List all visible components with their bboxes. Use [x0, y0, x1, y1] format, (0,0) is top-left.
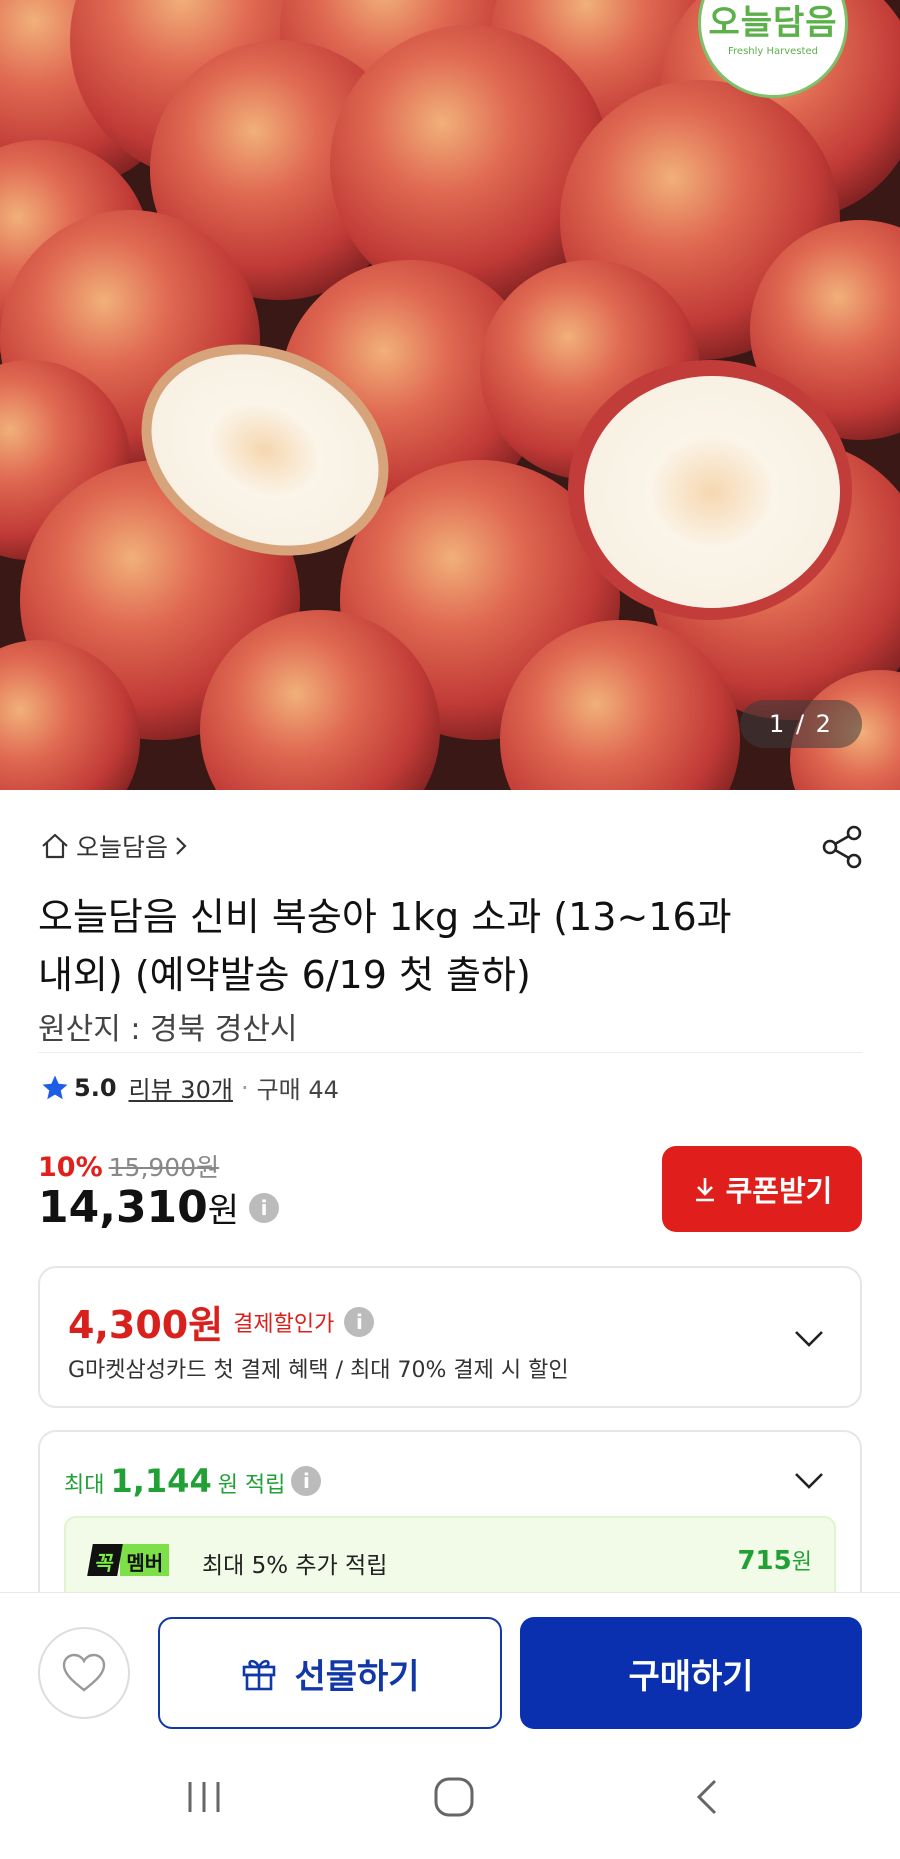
sale-price-unit: 원 [207, 1191, 240, 1231]
product-origin: 원산지 : 경북 경산시 [38, 1012, 298, 1047]
heart-icon [62, 1653, 106, 1692]
buy-button-label: 구매하기 [628, 1656, 754, 1697]
system-nav-bar [0, 1732, 900, 1859]
payment-discount-label: 결제할인가 [233, 1311, 335, 1337]
back-button[interactable] [676, 1772, 736, 1822]
separator-dot: · [240, 1073, 249, 1102]
payment-discount-amount-row: 4,300원 결제할인가 i [68, 1294, 375, 1349]
home-button[interactable] [424, 1772, 484, 1822]
gift-button[interactable]: 선물하기 [158, 1617, 502, 1729]
chevron-down-icon[interactable] [794, 1472, 824, 1490]
rating-score: 5.0 [74, 1073, 117, 1102]
chevron-down-icon[interactable] [794, 1330, 824, 1348]
points-prefix: 최대 [64, 1473, 105, 1498]
recent-apps-icon [188, 1782, 220, 1812]
brand-logo-subtext: Freshly Harvested [728, 46, 818, 57]
chevron-right-icon [176, 837, 187, 855]
original-price: 15,900원 [109, 1148, 220, 1184]
points-info-icon[interactable]: i [291, 1466, 322, 1496]
product-title: 오늘담음 신비 복숭아 1kg 소과 (13~16과 내외) (예약발송 6/1… [38, 895, 732, 997]
points-suffix: 원 적립 [217, 1473, 286, 1498]
star-icon [42, 1075, 68, 1099]
store-breadcrumb[interactable]: 오늘담음 [40, 828, 188, 864]
share-icon[interactable] [820, 824, 864, 870]
recent-apps-button[interactable] [174, 1772, 234, 1822]
wishlist-button[interactable] [38, 1627, 130, 1719]
member-badge-mark: 꼭 [87, 1544, 124, 1576]
original-price-unit: 원 [196, 1153, 220, 1182]
payment-discount-card[interactable]: 4,300원 결제할인가 i G마켓삼성카드 첫 결제 혜택 / 최대 70% … [38, 1266, 862, 1408]
review-link[interactable]: 리뷰 30개 [129, 1070, 233, 1105]
sale-price-value: 14,310 [38, 1182, 208, 1233]
download-icon [695, 1178, 714, 1202]
payment-discount-description: G마켓삼성카드 첫 결제 혜택 / 최대 70% 결제 시 할인 [68, 1358, 569, 1383]
points-card[interactable]: 최대 1,144 원 적립 i 꼭 멤버 최대 5% 추가 적립 715원 [38, 1430, 862, 1606]
image-counter: 1 / 2 [740, 700, 862, 748]
gift-icon [243, 1659, 276, 1691]
buy-button[interactable]: 구매하기 [520, 1617, 862, 1729]
home-icon [42, 833, 68, 859]
payment-info-icon[interactable]: i [344, 1306, 375, 1337]
discount-row: 10% 15,900원 [38, 1148, 219, 1184]
divider [38, 1052, 862, 1053]
original-price-value: 15,900 [108, 1153, 197, 1182]
rating-row: 5.0 리뷰 30개 · 구매 44 [40, 1070, 339, 1105]
payment-discount-amount: 4,300원 [68, 1303, 224, 1347]
product-image[interactable]: 오늘담음 Freshly Harvested 1 / 2 [0, 0, 900, 790]
member-benefit-text: 최대 5% 추가 적립 [202, 1553, 388, 1579]
coupon-button-label: 쿠폰받기 [725, 1174, 833, 1208]
peach-photo [0, 0, 900, 790]
bottom-action-bar: 선물하기 구매하기 [0, 1592, 900, 1732]
member-badge: 꼭 멤버 [87, 1544, 170, 1576]
price-info-icon[interactable]: i [249, 1192, 280, 1223]
purchase-count: 구매 44 [256, 1076, 339, 1104]
discount-rate: 10% [38, 1152, 103, 1183]
points-row: 최대 1,144 원 적립 i [64, 1462, 322, 1500]
home-circle-icon [434, 1777, 474, 1817]
back-icon [696, 1779, 717, 1815]
sale-price: 14,310원 i [38, 1182, 280, 1233]
gift-button-label: 선물하기 [294, 1656, 420, 1697]
member-points: 715원 [737, 1544, 812, 1576]
member-points-unit: 원 [791, 1550, 812, 1575]
points-amount: 1,144 [110, 1462, 212, 1500]
store-name: 오늘담음 [76, 833, 169, 862]
member-badge-label: 멤버 [120, 1544, 170, 1576]
brand-logo-text: 오늘담음 [708, 3, 838, 43]
coupon-button[interactable]: 쿠폰받기 [662, 1146, 862, 1232]
member-points-value: 715 [737, 1546, 792, 1576]
